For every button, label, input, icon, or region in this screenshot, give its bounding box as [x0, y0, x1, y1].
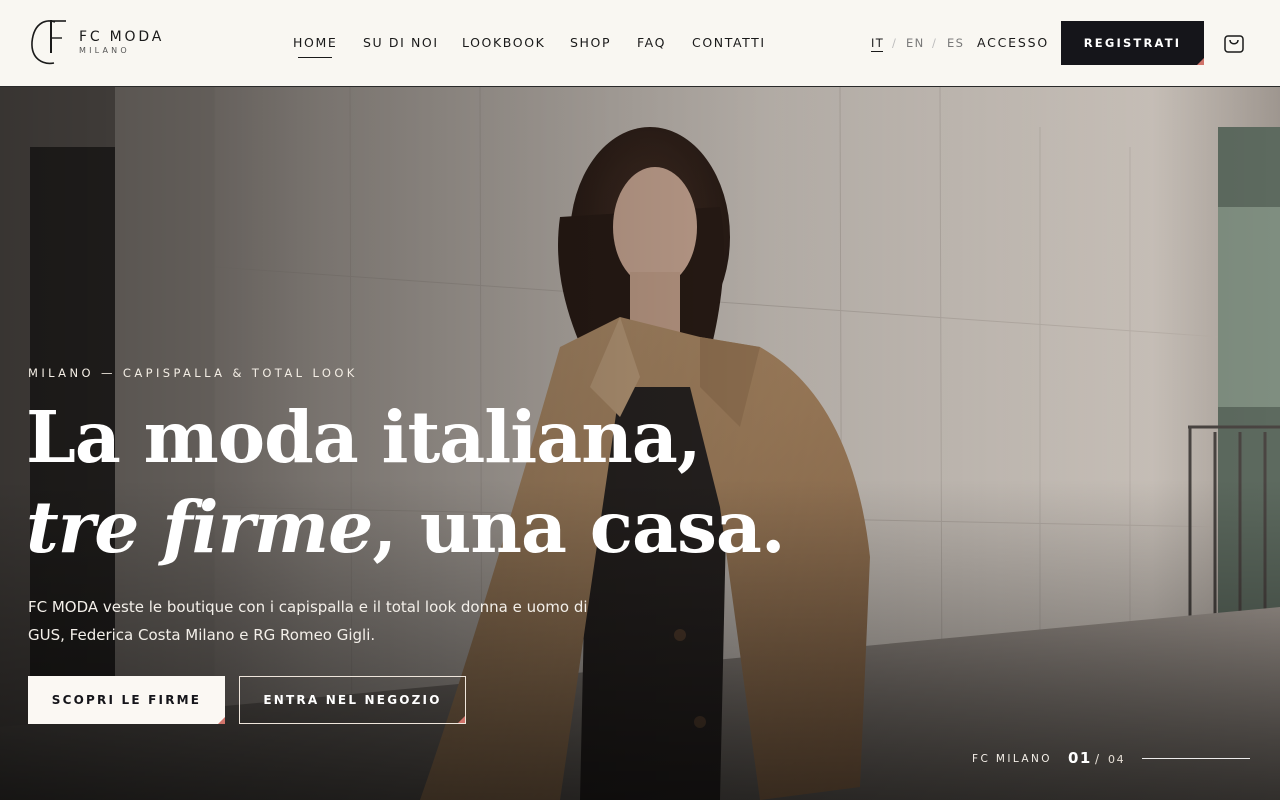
hero-headline: La moda italiana, tre firme, una casa. — [26, 392, 826, 572]
nav-contact[interactable]: CONTATTI — [692, 35, 766, 50]
enter-shop-button[interactable]: ENTRA NEL NEGOZIO — [239, 676, 466, 724]
brand-name: FC MODA — [79, 29, 165, 45]
nav-about[interactable]: SU DI NOI — [363, 35, 439, 50]
lang-es[interactable]: ES — [947, 36, 964, 50]
headline-line-2: tre firme, una casa. — [26, 482, 826, 572]
accent-corner — [458, 716, 465, 723]
register-button-label: REGISTRATI — [1083, 36, 1182, 50]
shopping-bag-icon — [1224, 35, 1244, 53]
brand-city: MILANO — [79, 46, 130, 55]
nav-lookbook[interactable]: LOOKBOOK — [462, 35, 545, 50]
logo[interactable]: FC MODA MILANO — [28, 18, 198, 68]
nav-home[interactable]: HOME — [293, 35, 337, 58]
accent-corner — [218, 717, 225, 724]
lang-it[interactable]: IT — [871, 36, 884, 52]
slide-current: 01 — [1068, 749, 1092, 767]
headline-italic: tre firme — [26, 485, 373, 569]
accent-corner — [1197, 58, 1204, 65]
nav-faq[interactable]: FAQ — [637, 35, 666, 50]
slide-total: 04 — [1108, 753, 1126, 766]
hero-description: FC MODA veste le boutique con i capispal… — [28, 598, 588, 644]
lang-separator: / — [892, 36, 898, 50]
headline-rest: , una casa. — [372, 485, 785, 569]
cart-button[interactable] — [1221, 30, 1247, 56]
fc-monogram-icon — [31, 20, 66, 65]
discover-brands-label: SCOPRI LE FIRME — [51, 693, 202, 707]
slide-separator: / — [1095, 752, 1100, 766]
lang-en[interactable]: EN — [906, 36, 925, 50]
login-link[interactable]: ACCESSO — [977, 35, 1049, 50]
lang-separator: / — [932, 36, 938, 50]
headline-line-1: La moda italiana, — [26, 395, 702, 479]
slide-progress-bar[interactable] — [1142, 758, 1250, 759]
discover-brands-button[interactable]: SCOPRI LE FIRME — [28, 676, 225, 724]
hero-section: MILANO — CAPISPALLA & TOTAL LOOK La moda… — [0, 87, 1280, 800]
enter-shop-label: ENTRA NEL NEGOZIO — [263, 693, 442, 707]
hero-eyebrow: MILANO — CAPISPALLA & TOTAL LOOK — [28, 366, 358, 380]
nav-shop[interactable]: SHOP — [570, 35, 611, 50]
slide-label: FC MILANO — [972, 753, 1052, 765]
site-header: FC MODA MILANO HOME SU DI NOI LOOKBOOK S… — [0, 0, 1280, 87]
register-button[interactable]: REGISTRATI — [1061, 21, 1204, 65]
